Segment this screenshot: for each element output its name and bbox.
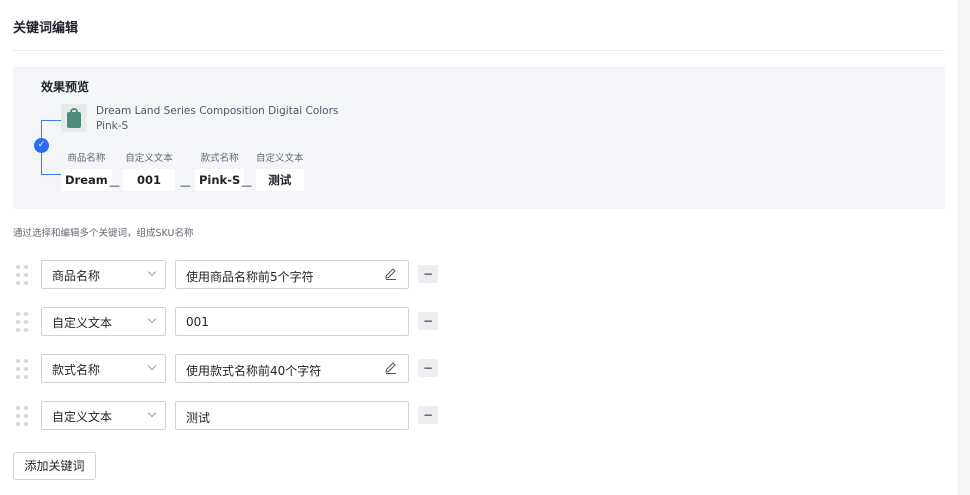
drag-handle-icon[interactable] (16, 312, 32, 332)
pencil-icon[interactable] (384, 267, 398, 281)
chip-label: 自定义文本 (256, 153, 304, 164)
preview-title: 效果预览 (41, 80, 90, 94)
keyword-type-select[interactable]: 自定义文本 (41, 307, 166, 336)
chevron-down-icon (147, 408, 157, 418)
keyword-row: 款式名称 使用款式名称前40个字符 − (0, 354, 970, 384)
checkmark-circle-icon: ✓ (34, 138, 49, 153)
preview-chip: 自定义文本 001 (123, 152, 176, 191)
remove-keyword-button[interactable]: − (418, 312, 438, 330)
add-keyword-button[interactable]: 添加关键词 (13, 452, 96, 480)
input-value: 使用商品名称前5个字符 (186, 270, 314, 284)
input-value: 001 (186, 315, 209, 329)
keyword-value-input[interactable]: 使用款式名称前40个字符 (175, 354, 409, 383)
header-divider (13, 50, 945, 51)
drag-handle-icon[interactable] (16, 359, 32, 379)
chip-value: Dream (61, 169, 112, 191)
chip-label: 自定义文本 (125, 153, 173, 164)
remove-keyword-button[interactable]: − (418, 359, 438, 377)
page-title: 关键词编辑 (13, 21, 79, 36)
chip-separator: — (180, 179, 191, 192)
pencil-icon[interactable] (384, 361, 398, 375)
chip-value: 测试 (256, 169, 304, 191)
select-value: 款式名称 (52, 363, 101, 377)
help-text: 通过选择和编辑多个关键词，组成SKU名称 (13, 228, 194, 239)
keyword-type-select[interactable]: 商品名称 (41, 260, 166, 289)
chevron-down-icon (147, 267, 157, 277)
product-name: Dream Land Series Composition Digital Co… (96, 105, 339, 132)
tree-connector-top (41, 120, 61, 121)
drag-handle-icon[interactable] (16, 265, 32, 285)
input-value: 测试 (186, 411, 211, 425)
remove-keyword-button[interactable]: − (418, 406, 438, 424)
keyword-value-input[interactable]: 测试 (175, 401, 409, 430)
chevron-down-icon (147, 361, 157, 371)
keyword-value-input[interactable]: 001 (175, 307, 409, 336)
preview-chip: 款式名称 Pink-S (195, 152, 245, 191)
keyword-type-select[interactable]: 自定义文本 (41, 401, 166, 430)
preview-panel: 效果预览 Dream Land Series Composition Digit… (13, 67, 945, 209)
chip-separator: — (109, 179, 120, 192)
chip-separator: — (241, 179, 252, 192)
input-value: 使用款式名称前40个字符 (186, 364, 322, 378)
chip-label: 商品名称 (67, 153, 106, 164)
select-value: 商品名称 (52, 269, 101, 283)
keyword-row: 商品名称 使用商品名称前5个字符 − (0, 260, 970, 290)
tree-connector-bottom (41, 174, 61, 175)
select-value: 自定义文本 (52, 410, 113, 424)
chip-value: Pink-S (195, 169, 245, 191)
remove-keyword-button[interactable]: − (418, 265, 438, 283)
chip-value: 001 (123, 169, 176, 191)
preview-chip: 自定义文本 测试 (256, 152, 304, 191)
keyword-type-select[interactable]: 款式名称 (41, 354, 166, 383)
chip-label: 款式名称 (200, 153, 239, 164)
drag-handle-icon[interactable] (16, 406, 32, 426)
chevron-down-icon (147, 314, 157, 324)
keyword-row: 自定义文本 测试 − (0, 401, 970, 431)
select-value: 自定义文本 (52, 316, 113, 330)
preview-chip: 商品名称 Dream (61, 152, 112, 191)
product-thumbnail (61, 104, 87, 132)
keyword-value-input[interactable]: 使用商品名称前5个字符 (175, 260, 409, 289)
keyword-row: 自定义文本 001 − (0, 307, 970, 337)
